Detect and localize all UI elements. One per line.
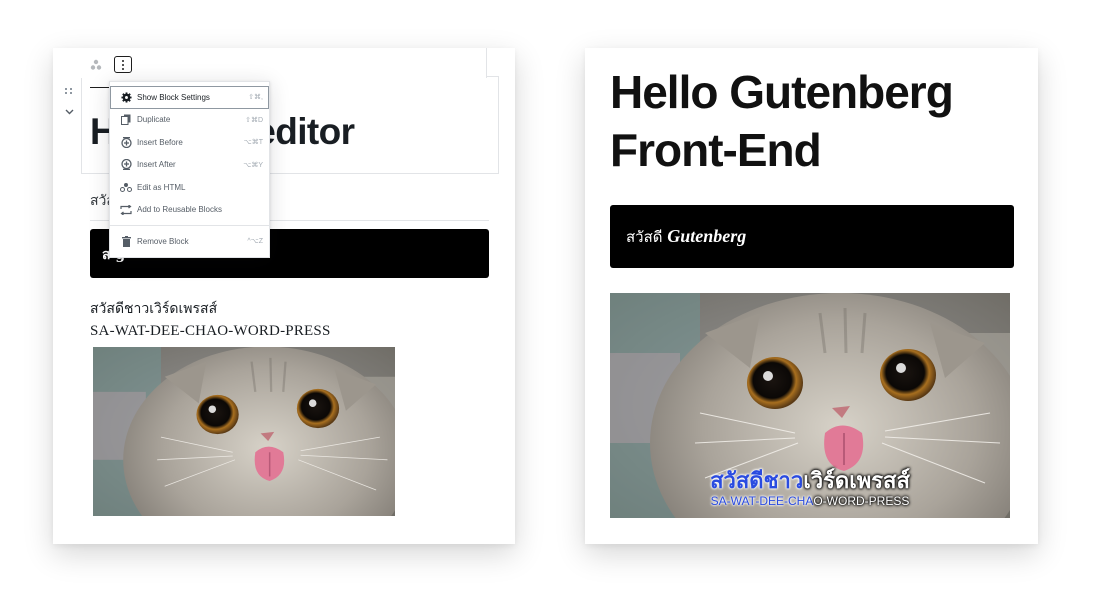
block-settings-menu: Show Block Settings ⇧⌘, Duplicate ⇧⌘D In… — [109, 81, 270, 258]
frontend-card: Hello Gutenberg Front-End สวัสดี Gutenbe… — [585, 48, 1038, 544]
menu-shortcut: ⌥⌘T — [243, 139, 263, 147]
overlay-latin-blue: SA-WAT-DEE-CHA — [710, 494, 814, 508]
black-block-thai: สวัสดี — [626, 228, 663, 246]
insert-after-icon — [120, 159, 132, 171]
menu-item-show-block-settings[interactable]: Show Block Settings ⇧⌘, — [110, 86, 269, 109]
block-type-icon[interactable] — [87, 56, 105, 73]
overlay-thai-text: สวัสดีชาวเวิร์ดเพรสส์ — [610, 463, 1010, 498]
menu-separator — [110, 225, 269, 226]
overlay-thai-blue: สวัสดีชาว — [710, 468, 804, 493]
drag-handle-icon[interactable] — [65, 88, 75, 94]
menu-shortcut: ⇧⌘, — [248, 94, 263, 102]
cat-image[interactable] — [93, 347, 395, 516]
html-icon — [120, 181, 132, 193]
chevron-down-icon[interactable] — [65, 109, 74, 115]
menu-label: Insert After — [137, 160, 176, 170]
duplicate-icon — [120, 114, 132, 126]
black-block-text: สวัสดี Gutenberg — [626, 225, 746, 249]
trash-icon — [120, 235, 132, 247]
black-cover-block: สวัสดี Gutenberg — [610, 205, 1014, 268]
menu-shortcut: ⌥⌘Y — [243, 161, 263, 169]
page-title: Hello Gutenberg Front-End — [610, 66, 954, 176]
menu-shortcut: ⇧⌘D — [245, 116, 263, 124]
block-toolbar — [81, 48, 487, 78]
menu-item-duplicate[interactable]: Duplicate ⇧⌘D — [110, 109, 269, 132]
overlay-latin-text: SA-WAT-DEE-CHAO-WORD-PRESS — [610, 494, 1010, 508]
menu-label: Insert Before — [137, 137, 183, 147]
overlay-latin-white: O-WORD-PRESS — [813, 494, 910, 508]
cat-image: สวัสดีชาวเวิร์ดเพรสส์ SA-WAT-DEE-CHAO-WO… — [610, 293, 1010, 518]
menu-label: Add to Reusable Blocks — [137, 205, 222, 215]
menu-label: Remove Block — [137, 236, 189, 246]
reusable-icon — [120, 204, 132, 216]
menu-item-edit-as-html[interactable]: Edit as HTML — [110, 176, 269, 199]
menu-item-remove-block[interactable]: Remove Block ^⌥Z — [110, 230, 269, 253]
menu-label: Show Block Settings — [137, 92, 210, 102]
menu-shortcut: ^⌥Z — [247, 238, 263, 246]
block-mover[interactable] — [65, 88, 75, 120]
menu-item-add-to-reusable-blocks[interactable]: Add to Reusable Blocks — [110, 199, 269, 222]
more-options-button[interactable] — [114, 56, 132, 73]
editor-card: H enberg editor สวัส ส g สวัสดีชาวเวิร์ด… — [53, 48, 515, 544]
gear-icon — [120, 91, 132, 103]
thai-paragraph[interactable]: สวัสดีชาวเวิร์ดเพรสส์ — [90, 298, 217, 320]
menu-item-insert-after[interactable]: Insert After ⌥⌘Y — [110, 154, 269, 177]
overlay-thai-white: เวิร์ดเพรสส์ — [803, 468, 910, 493]
menu-label: Edit as HTML — [137, 182, 186, 192]
menu-label: Duplicate — [137, 115, 171, 125]
black-block-emphasis: Gutenberg — [667, 226, 747, 246]
insert-before-icon — [120, 136, 132, 148]
latin-paragraph[interactable]: SA-WAT-DEE-CHAO-WORD-PRESS — [90, 323, 330, 340]
menu-item-insert-before[interactable]: Insert Before ⌥⌘T — [110, 131, 269, 154]
more-vertical-icon — [122, 59, 124, 70]
